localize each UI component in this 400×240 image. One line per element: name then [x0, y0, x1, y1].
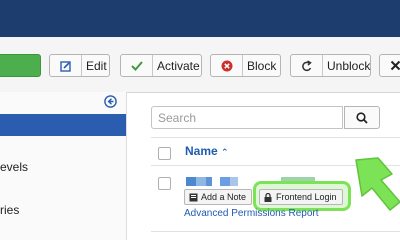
redacted-name-block — [230, 177, 238, 186]
search-icon — [356, 111, 368, 124]
sort-indicator: ⌃ — [221, 147, 229, 157]
block-icon — [211, 55, 243, 76]
top-bar — [0, 0, 400, 37]
redacted-name-block — [206, 177, 212, 186]
name-column-header[interactable]: Name ⌃ — [185, 144, 229, 158]
block-label: Block — [247, 58, 277, 73]
close-icon — [380, 55, 400, 76]
activate-button[interactable]: Activate — [120, 54, 202, 77]
search-button[interactable] — [344, 106, 380, 129]
sidebar-item-levels[interactable]: evels — [0, 160, 28, 174]
lock-icon — [264, 192, 272, 202]
block-button[interactable]: Block — [210, 54, 281, 77]
advanced-permissions-link[interactable]: Advanced Permissions Report — [184, 208, 319, 219]
select-all-checkbox[interactable] — [158, 147, 171, 160]
redacted-name-block — [196, 177, 206, 186]
edit-button[interactable]: Edit — [49, 54, 110, 77]
unblock-button[interactable]: Unblock — [290, 54, 371, 77]
row-bottom-border — [151, 231, 400, 232]
collapse-icon[interactable] — [104, 95, 117, 108]
row-checkbox[interactable] — [158, 177, 171, 190]
edit-icon — [50, 55, 82, 76]
add-note-label: Add a Note — [201, 192, 247, 202]
close-button[interactable] — [379, 54, 400, 77]
redacted-name-block — [220, 177, 230, 186]
sidebar-item-active[interactable] — [0, 114, 126, 136]
pointer-arrow — [355, 157, 400, 211]
edit-label: Edit — [86, 58, 107, 73]
sidebar-item-categories[interactable]: ries — [0, 203, 19, 217]
frontend-login-button[interactable]: Frontend Login — [259, 189, 343, 205]
new-button[interactable] — [0, 54, 41, 77]
add-note-button[interactable]: Add a Note — [184, 189, 252, 205]
note-icon — [189, 193, 198, 201]
undo-icon — [291, 55, 323, 76]
name-header-label: Name — [185, 144, 218, 158]
redacted-name-block — [186, 177, 196, 186]
search-input[interactable]: Search — [151, 106, 343, 129]
activate-label: Activate — [157, 58, 200, 73]
frontend-login-label: Frontend Login — [276, 192, 337, 202]
unblock-label: Unblock — [327, 58, 371, 73]
check-icon — [121, 55, 153, 76]
table-top-border — [151, 137, 400, 138]
